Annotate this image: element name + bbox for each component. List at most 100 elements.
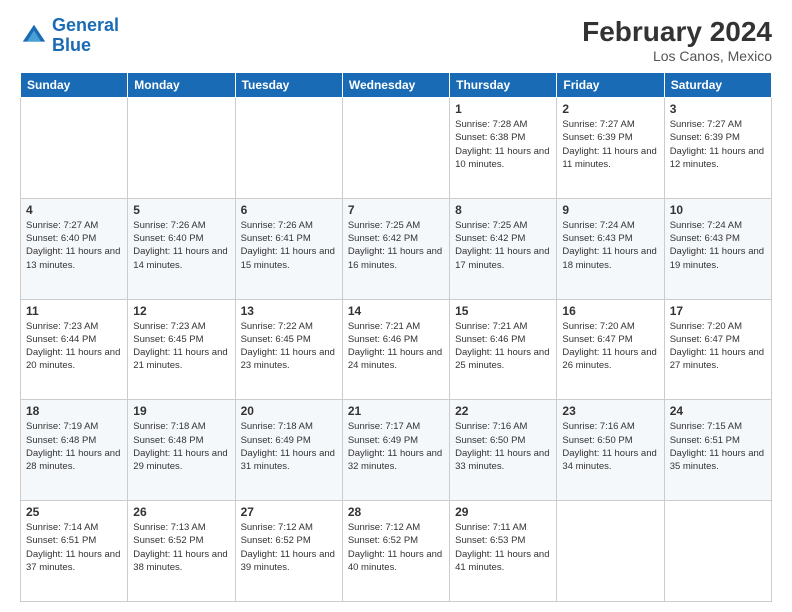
day-number: 22 xyxy=(455,404,551,418)
day-info: Sunrise: 7:26 AM Sunset: 6:40 PM Dayligh… xyxy=(133,219,229,272)
day-info: Sunrise: 7:23 AM Sunset: 6:45 PM Dayligh… xyxy=(133,320,229,373)
table-row: 13 Sunrise: 7:22 AM Sunset: 6:45 PM Dayli… xyxy=(235,299,342,400)
table-row: 8 Sunrise: 7:25 AM Sunset: 6:42 PM Daylig… xyxy=(450,198,557,299)
day-number: 5 xyxy=(133,203,229,217)
table-row: 14 Sunrise: 7:21 AM Sunset: 6:46 PM Dayli… xyxy=(342,299,449,400)
table-row: 19 Sunrise: 7:18 AM Sunset: 6:48 PM Dayli… xyxy=(128,400,235,501)
day-info: Sunrise: 7:24 AM Sunset: 6:43 PM Dayligh… xyxy=(562,219,658,272)
day-info: Sunrise: 7:17 AM Sunset: 6:49 PM Dayligh… xyxy=(348,420,444,473)
table-row: 22 Sunrise: 7:16 AM Sunset: 6:50 PM Dayli… xyxy=(450,400,557,501)
day-info: Sunrise: 7:19 AM Sunset: 6:48 PM Dayligh… xyxy=(26,420,122,473)
day-number: 17 xyxy=(670,304,766,318)
day-number: 16 xyxy=(562,304,658,318)
logo-icon xyxy=(20,22,48,50)
day-info: Sunrise: 7:14 AM Sunset: 6:51 PM Dayligh… xyxy=(26,521,122,574)
day-number: 24 xyxy=(670,404,766,418)
table-row: 4 Sunrise: 7:27 AM Sunset: 6:40 PM Daylig… xyxy=(21,198,128,299)
day-number: 12 xyxy=(133,304,229,318)
calendar-week-row: 25Sunrise: 7:14 AM Sunset: 6:51 PM Dayli… xyxy=(21,501,772,602)
table-row: 17 Sunrise: 7:20 AM Sunset: 6:47 PM Dayli… xyxy=(664,299,771,400)
table-row: 21Sunrise: 7:17 AM Sunset: 6:49 PM Dayli… xyxy=(342,400,449,501)
table-row: 1Sunrise: 7:28 AM Sunset: 6:38 PM Daylig… xyxy=(450,98,557,199)
day-number: 19 xyxy=(133,404,229,418)
table-row: 11 Sunrise: 7:23 AM Sunset: 6:44 PM Dayli… xyxy=(21,299,128,400)
day-number: 4 xyxy=(26,203,122,217)
day-number: 28 xyxy=(348,505,444,519)
table-row: 9Sunrise: 7:24 AM Sunset: 6:43 PM Daylig… xyxy=(557,198,664,299)
day-info: Sunrise: 7:25 AM Sunset: 6:42 PM Dayligh… xyxy=(455,219,551,272)
table-row: 20 Sunrise: 7:18 AM Sunset: 6:49 PM Dayli… xyxy=(235,400,342,501)
day-info: Sunrise: 7:21 AM Sunset: 6:46 PM Dayligh… xyxy=(455,320,551,373)
table-row: 12 Sunrise: 7:23 AM Sunset: 6:45 PM Dayli… xyxy=(128,299,235,400)
day-number: 1 xyxy=(455,102,551,116)
table-row: 29 Sunrise: 7:11 AM Sunset: 6:53 PM Dayli… xyxy=(450,501,557,602)
day-info: Sunrise: 7:25 AM Sunset: 6:42 PM Dayligh… xyxy=(348,219,444,272)
day-info: Sunrise: 7:20 AM Sunset: 6:47 PM Dayligh… xyxy=(670,320,766,373)
subtitle: Los Canos, Mexico xyxy=(582,48,772,64)
table-row: 25Sunrise: 7:14 AM Sunset: 6:51 PM Dayli… xyxy=(21,501,128,602)
table-row: 23 Sunrise: 7:16 AM Sunset: 6:50 PM Dayli… xyxy=(557,400,664,501)
calendar-week-row: 11 Sunrise: 7:23 AM Sunset: 6:44 PM Dayli… xyxy=(21,299,772,400)
page: General Blue February 2024 Los Canos, Me… xyxy=(0,0,792,612)
table-row xyxy=(664,501,771,602)
day-number: 29 xyxy=(455,505,551,519)
calendar-week-row: 18 Sunrise: 7:19 AM Sunset: 6:48 PM Dayli… xyxy=(21,400,772,501)
calendar-week-row: 4 Sunrise: 7:27 AM Sunset: 6:40 PM Daylig… xyxy=(21,198,772,299)
header-saturday: Saturday xyxy=(664,73,771,98)
header-tuesday: Tuesday xyxy=(235,73,342,98)
calendar-week-row: 1Sunrise: 7:28 AM Sunset: 6:38 PM Daylig… xyxy=(21,98,772,199)
main-title: February 2024 xyxy=(582,16,772,48)
day-number: 26 xyxy=(133,505,229,519)
day-info: Sunrise: 7:27 AM Sunset: 6:39 PM Dayligh… xyxy=(562,118,658,171)
table-row: 2Sunrise: 7:27 AM Sunset: 6:39 PM Daylig… xyxy=(557,98,664,199)
table-row: 3 Sunrise: 7:27 AM Sunset: 6:39 PM Daylig… xyxy=(664,98,771,199)
day-info: Sunrise: 7:16 AM Sunset: 6:50 PM Dayligh… xyxy=(455,420,551,473)
table-row: 28 Sunrise: 7:12 AM Sunset: 6:52 PM Dayli… xyxy=(342,501,449,602)
day-info: Sunrise: 7:18 AM Sunset: 6:48 PM Dayligh… xyxy=(133,420,229,473)
day-number: 15 xyxy=(455,304,551,318)
day-number: 14 xyxy=(348,304,444,318)
table-row: 15 Sunrise: 7:21 AM Sunset: 6:46 PM Dayli… xyxy=(450,299,557,400)
day-info: Sunrise: 7:12 AM Sunset: 6:52 PM Dayligh… xyxy=(348,521,444,574)
day-info: Sunrise: 7:21 AM Sunset: 6:46 PM Dayligh… xyxy=(348,320,444,373)
table-row: 26Sunrise: 7:13 AM Sunset: 6:52 PM Dayli… xyxy=(128,501,235,602)
calendar-table: Sunday Monday Tuesday Wednesday Thursday… xyxy=(20,72,772,602)
header-wednesday: Wednesday xyxy=(342,73,449,98)
day-number: 11 xyxy=(26,304,122,318)
day-info: Sunrise: 7:27 AM Sunset: 6:39 PM Dayligh… xyxy=(670,118,766,171)
day-info: Sunrise: 7:22 AM Sunset: 6:45 PM Dayligh… xyxy=(241,320,337,373)
logo: General Blue xyxy=(20,16,119,56)
day-info: Sunrise: 7:16 AM Sunset: 6:50 PM Dayligh… xyxy=(562,420,658,473)
table-row: 16 Sunrise: 7:20 AM Sunset: 6:47 PM Dayli… xyxy=(557,299,664,400)
day-number: 13 xyxy=(241,304,337,318)
table-row: 24 Sunrise: 7:15 AM Sunset: 6:51 PM Dayli… xyxy=(664,400,771,501)
day-number: 20 xyxy=(241,404,337,418)
header-friday: Friday xyxy=(557,73,664,98)
day-number: 27 xyxy=(241,505,337,519)
day-info: Sunrise: 7:24 AM Sunset: 6:43 PM Dayligh… xyxy=(670,219,766,272)
header: General Blue February 2024 Los Canos, Me… xyxy=(20,16,772,64)
table-row xyxy=(21,98,128,199)
table-row: 18 Sunrise: 7:19 AM Sunset: 6:48 PM Dayli… xyxy=(21,400,128,501)
logo-text: General Blue xyxy=(52,16,119,56)
day-info: Sunrise: 7:11 AM Sunset: 6:53 PM Dayligh… xyxy=(455,521,551,574)
day-info: Sunrise: 7:18 AM Sunset: 6:49 PM Dayligh… xyxy=(241,420,337,473)
day-info: Sunrise: 7:27 AM Sunset: 6:40 PM Dayligh… xyxy=(26,219,122,272)
table-row xyxy=(128,98,235,199)
day-info: Sunrise: 7:15 AM Sunset: 6:51 PM Dayligh… xyxy=(670,420,766,473)
day-number: 3 xyxy=(670,102,766,116)
day-info: Sunrise: 7:20 AM Sunset: 6:47 PM Dayligh… xyxy=(562,320,658,373)
day-info: Sunrise: 7:12 AM Sunset: 6:52 PM Dayligh… xyxy=(241,521,337,574)
title-block: February 2024 Los Canos, Mexico xyxy=(582,16,772,64)
header-sunday: Sunday xyxy=(21,73,128,98)
day-number: 23 xyxy=(562,404,658,418)
day-number: 6 xyxy=(241,203,337,217)
day-number: 7 xyxy=(348,203,444,217)
day-number: 8 xyxy=(455,203,551,217)
day-number: 18 xyxy=(26,404,122,418)
table-row: 6Sunrise: 7:26 AM Sunset: 6:41 PM Daylig… xyxy=(235,198,342,299)
day-number: 10 xyxy=(670,203,766,217)
header-thursday: Thursday xyxy=(450,73,557,98)
table-row xyxy=(235,98,342,199)
day-info: Sunrise: 7:23 AM Sunset: 6:44 PM Dayligh… xyxy=(26,320,122,373)
